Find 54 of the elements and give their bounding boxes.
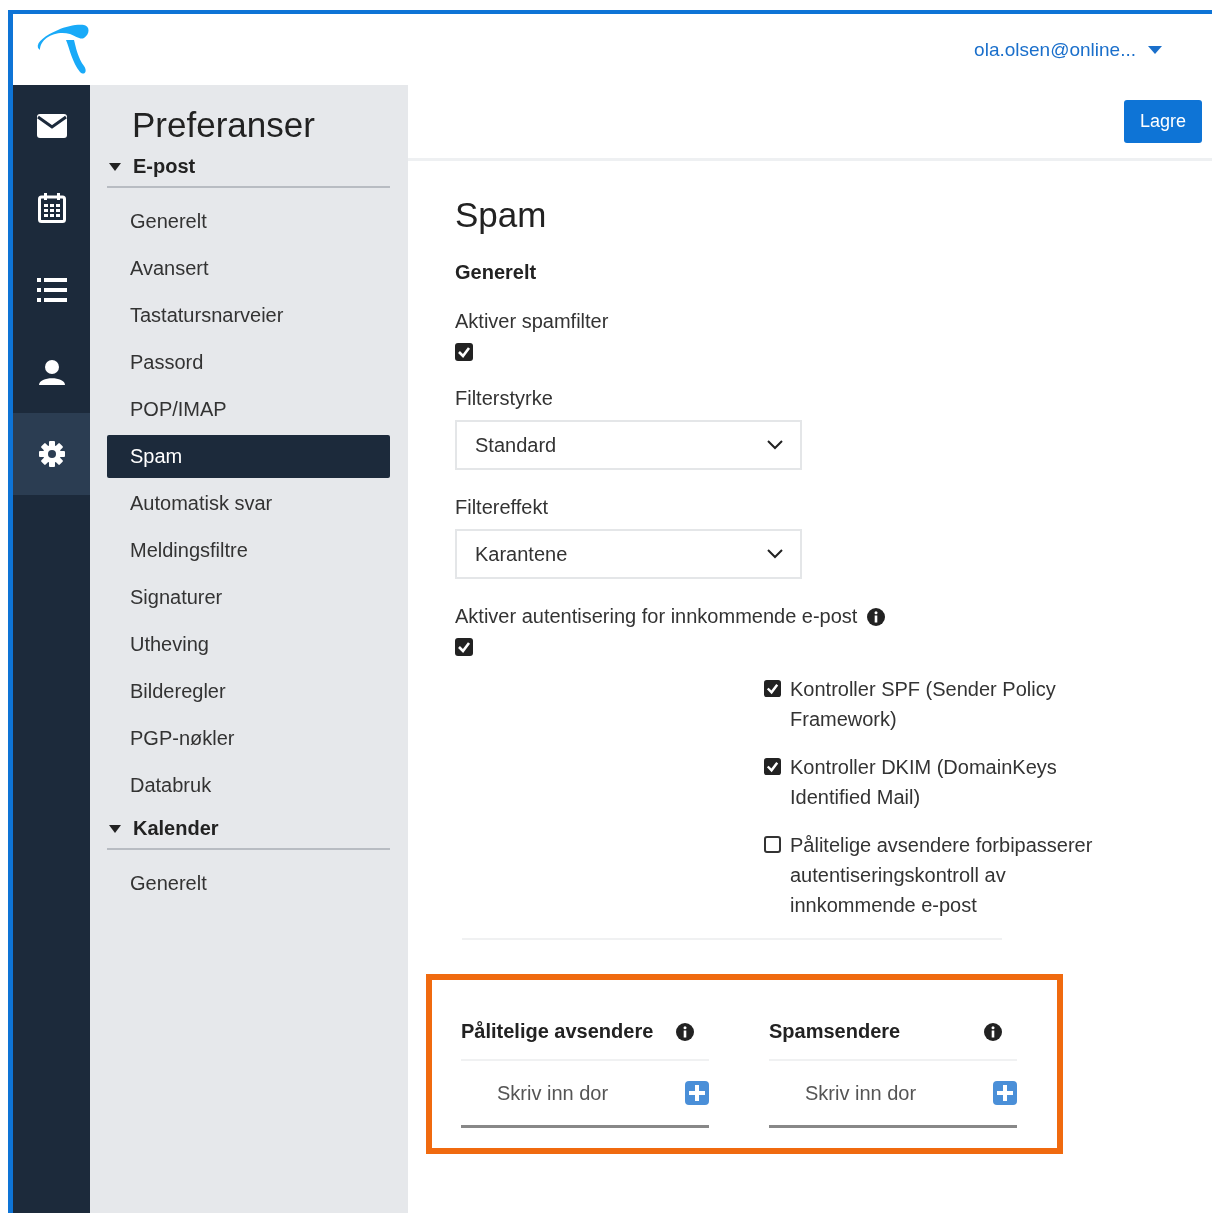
caret-icon — [109, 162, 121, 171]
sidebar-item[interactable]: Generelt — [107, 862, 390, 905]
list-icon — [36, 278, 67, 302]
checkbox[interactable] — [455, 638, 473, 656]
info-icon[interactable] — [676, 1022, 694, 1041]
section-heading: Generelt — [455, 261, 538, 284]
add-icon[interactable] — [993, 1081, 1017, 1105]
account-menu[interactable]: ola.olsen@online... — [974, 38, 1162, 61]
sidebar-item[interactable]: Utheving — [107, 623, 390, 666]
list-heading: Spamsendere — [769, 1020, 901, 1043]
checkbox[interactable] — [764, 758, 781, 775]
field-label: Filtereffekt — [455, 496, 548, 519]
sidebar-item[interactable]: Bilderegler — [107, 670, 390, 713]
sidebar-item[interactable]: Generelt — [107, 200, 390, 243]
caret-icon — [109, 824, 121, 833]
save-button[interactable]: Lagre — [1123, 100, 1202, 143]
person-icon — [38, 359, 65, 385]
checkbox[interactable] — [455, 343, 473, 361]
checkbox[interactable] — [764, 836, 781, 853]
group-header[interactable]: Kalender — [107, 817, 390, 850]
chevron-icon — [767, 440, 783, 450]
settings-icon — [38, 441, 65, 467]
group-header[interactable]: E-post — [107, 155, 390, 188]
dropdown-select[interactable]: Standard — [455, 420, 802, 470]
sidebar-item[interactable]: Passord — [107, 341, 390, 384]
sidebar-item[interactable]: PGP-nøkler — [107, 717, 390, 760]
sidebar-item[interactable]: POP/IMAP — [107, 388, 390, 431]
field-label: Aktiver spamfilter — [455, 310, 609, 333]
caret-icon — [1148, 45, 1162, 54]
field-label: Filterstyrke — [455, 387, 553, 410]
list-heading: Pålitelige avsendere — [461, 1020, 654, 1043]
sidebar-title: Preferanser — [132, 105, 316, 145]
chevron-icon — [767, 549, 783, 559]
sidebar-item[interactable]: Avansert — [107, 247, 390, 290]
calendar-icon — [37, 193, 66, 223]
option-label: Kontroller SPF (Sender Policy Framework) — [790, 677, 1057, 732]
info-icon[interactable] — [984, 1022, 1002, 1041]
domain-input[interactable]: Skriv inn dor — [497, 1081, 627, 1105]
sidebar-item[interactable]: Automatisk svar — [107, 482, 390, 525]
option-label: Kontroller DKIM (DomainKeys Identified Mail) — [790, 755, 1058, 810]
info-icon[interactable] — [867, 607, 886, 626]
dropdown-select[interactable]: Karantene — [455, 529, 802, 579]
mail-icon — [36, 114, 67, 138]
sidebar-item[interactable]: Databruk — [107, 764, 390, 807]
add-icon[interactable] — [685, 1081, 709, 1105]
sidebar-item[interactable]: Spam — [107, 435, 390, 478]
sidebar-item[interactable]: Tastatursnarveier — [107, 294, 390, 337]
sidebar-item[interactable]: Signaturer — [107, 576, 390, 619]
sidebar-item[interactable]: Meldingsfiltre — [107, 529, 390, 572]
checkbox[interactable] — [764, 680, 781, 697]
option-label: Pålitelige avsendere forbipasserer autentiseringskontroll av innkommende e-post — [790, 833, 1094, 918]
domain-input[interactable]: Skriv inn dor — [805, 1081, 935, 1105]
page-title: Spam — [455, 195, 548, 235]
field-label: Aktiver autentisering for innkommende e-post — [455, 605, 858, 628]
